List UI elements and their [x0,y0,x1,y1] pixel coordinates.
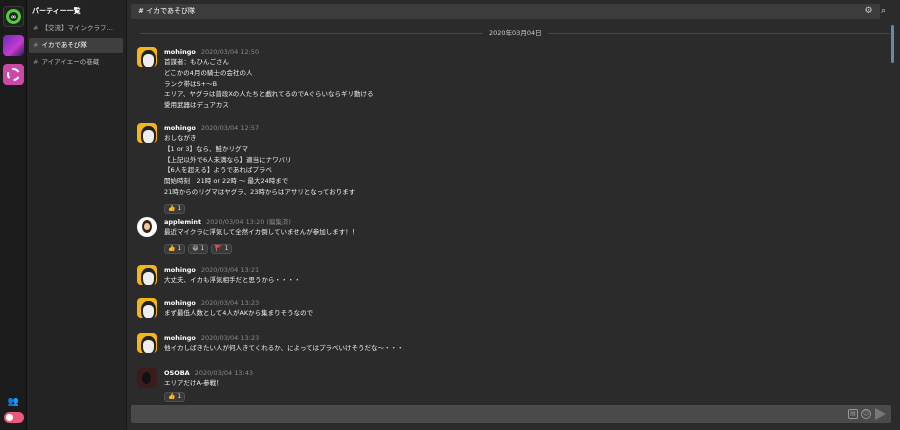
date-label: 2020年03月04日 [483,28,548,38]
username[interactable]: mohingo [164,299,196,307]
message-line: 【6人を超える】ようであればプラベ [164,166,272,175]
username[interactable]: mohingo [164,48,196,56]
channel-label: イカであそび隊 [41,41,87,49]
message-line: 21時からのリグマはヤグラ、23時からはアサリとなっております [164,187,356,196]
avatar[interactable] [137,123,157,143]
message-line: 最近マイクラに浮気して全然イカ倒していませんが参加します！！ [164,228,359,236]
username[interactable]: mohingo [164,334,196,342]
channel-label: アイアイエーの巻蔵 [41,58,100,66]
hash-icon: # [33,24,39,32]
message-body: mohingo 2020/03/04 12:50 首謀者：もひんごさん どこかの4… [164,47,877,111]
message-body: OSOBA 2020/03/04 13:43 エリアだけA-参戦！ 👍 1 [164,368,877,402]
scrollbar[interactable] [891,25,894,397]
message-line: エリアだけA-参戦！ [164,379,223,387]
reaction-thumbs-up[interactable]: 👍 1 [164,391,186,402]
message-line: 【上記以外で6人未満なら】適当にナワバリ [164,155,292,164]
reaction-thumbs-up[interactable]: 👍 1 [164,243,186,254]
channel-title: # イカであそび隊 [138,7,196,15]
gear-icon [7,68,20,81]
channel-item-aiaie[interactable]: # アイアイエーの巻蔵 [29,55,123,70]
channel-item-ika[interactable]: # イカであそび隊 [29,38,123,53]
timestamp: 2020/03/04 13:23 [200,299,260,307]
avatar[interactable] [137,333,157,353]
timestamp: 2020/03/04 13:21 [200,266,260,274]
reaction-thumbs-up[interactable]: 👍 1 [164,203,186,214]
timestamp: 2020/03/04 12:50 [200,48,260,56]
message-line: エリア、ヤグラは普段Xの人たちと戯れてるのでAぐらいならギリ動ける [164,90,374,99]
scrollbar-thumb[interactable] [891,25,894,63]
message-line: 大丈夫、イカも浮気相手だと思うから・・・・ [164,276,301,284]
message-body: mohingo 2020/03/04 13:23 他イカしばきたい人が何人きてくれ… [164,333,877,354]
avatar[interactable] [137,368,157,388]
channel-label: 【交流】マインクラフ… [41,24,113,32]
channel-header: # イカであそび隊 ⚙ ⌕ [131,4,886,19]
gear-icon[interactable]: ⚙ [863,6,874,17]
message-line: 【1 or 3】なら、鮭かリグマ [164,144,249,153]
friends-icon[interactable]: 👥 [6,397,21,407]
timestamp: 2020/03/04 13:20 [206,218,265,226]
avatar[interactable] [137,265,157,285]
message-body: applemint 2020/03/04 13:20 (編集済) 最近マイクラに浮気… [164,217,877,254]
avatar[interactable] [137,47,157,67]
username[interactable]: mohingo [164,124,196,132]
message-line: 首謀者：もひんごさん [164,58,229,66]
server-icon-purple[interactable] [3,35,24,56]
channel-list: パーティー一覧 # 【交流】マインクラフ… # イカであそび隊 # アイアイエーの巻蔵 [27,0,127,430]
avatar[interactable] [137,217,157,237]
attach-icon[interactable]: ▤ [848,409,858,419]
avatar[interactable] [137,298,157,318]
channel-item-minecraft[interactable]: # 【交流】マインクラフ… [29,21,123,36]
status-toggle[interactable] [4,412,24,423]
edited-label: (編集済) [266,218,291,226]
timestamp: 2020/03/04 13:43 [194,369,253,377]
message-line: おしながき [164,134,197,142]
username[interactable]: applemint [164,218,201,226]
logo-icon: ∞ [6,9,21,24]
timestamp: 2020/03/04 13:23 [200,334,260,342]
server-icon-co[interactable]: ∞ [3,6,24,27]
hash-icon: # [33,58,39,66]
hash-icon: # [33,41,39,49]
message-body: mohingo 2020/03/04 12:57 おしながき 【1 or 3】なら… [164,123,877,214]
message-line: 愛用武器はデュアカス [164,101,229,110]
message-line: ランク帯はS+〜B [164,79,218,88]
reaction-laugh[interactable]: 😆 1 [188,243,209,254]
server-rail: ∞ 👥 [0,0,27,430]
message-line: 他イカしばきたい人が何人きてくれるか、によってはプラベいけそうだな〜・・・ [164,344,404,352]
emoji-icon[interactable]: ☺ [861,409,871,419]
timestamp: 2020/03/04 12:57 [200,124,260,132]
reaction-flag[interactable]: 🚩 1 [211,243,233,254]
server-icon-pink[interactable] [3,64,24,85]
message-line: まず最低人数として4人がAKから集まりそうなので [164,309,314,317]
chat-main: # イカであそび隊 ⚙ ⌕ 2020年03月04日 mohingo 2020/03… [128,0,900,430]
search-icon[interactable]: ⌕ [878,6,889,17]
message-body: mohingo 2020/03/04 13:21 大丈夫、イカも浮気相手だと思うか… [164,265,877,286]
message-line: どこかの4月の騎士の会社の人 [164,68,253,77]
message-line: 開始時刻 21時 or 22時 〜 最大24時まで [164,177,289,186]
date-divider: 2020年03月04日 [140,28,890,38]
message-body: mohingo 2020/03/04 13:23 まず最低人数として4人がAKから… [164,298,877,319]
message-composer[interactable]: ▤ ☺ [131,405,891,423]
username[interactable]: mohingo [164,266,196,274]
username[interactable]: OSOBA [164,369,190,377]
send-icon[interactable] [875,408,886,420]
party-list-title: パーティー一覧 [32,7,81,15]
